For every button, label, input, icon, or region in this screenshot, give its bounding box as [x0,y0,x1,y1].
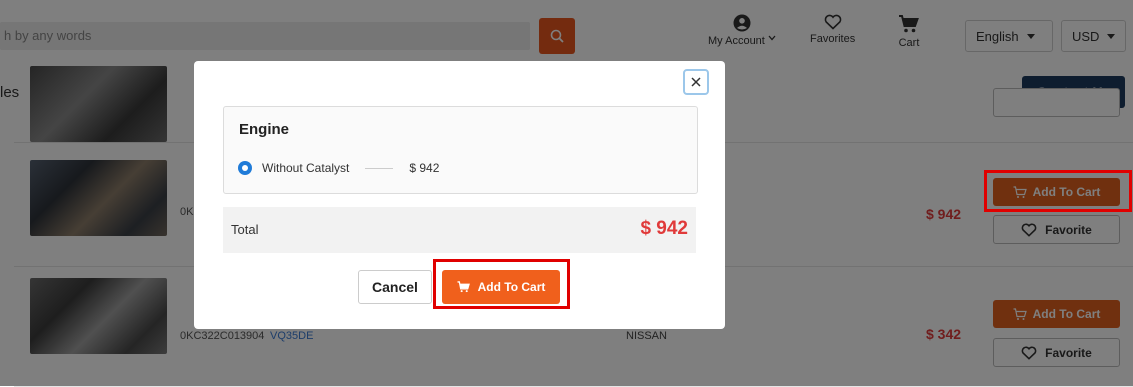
option-group: Engine Without Catalyst $ 942 [223,106,698,194]
option-price: $ 942 [409,161,440,175]
modal-add-to-cart-button[interactable]: Add To Cart [442,270,560,304]
add-to-cart-dialog: Engine Without Catalyst $ 942 Total $ 94… [194,61,725,329]
total-label: Total [231,222,259,237]
option-group-title: Engine [239,121,290,138]
total-bar: Total $ 942 [223,207,696,253]
divider-line [365,167,394,169]
radio-selected[interactable] [238,161,252,175]
close-button[interactable] [683,69,709,95]
option-label: Without Catalyst [262,161,350,175]
modal-add-to-cart-label: Add To Cart [477,280,546,294]
close-icon [691,77,701,87]
cancel-button[interactable]: Cancel [358,270,432,304]
option-radio-row[interactable]: Without Catalyst $ 942 [238,161,439,175]
total-value: $ 942 [640,218,688,239]
cart-icon [457,281,470,293]
